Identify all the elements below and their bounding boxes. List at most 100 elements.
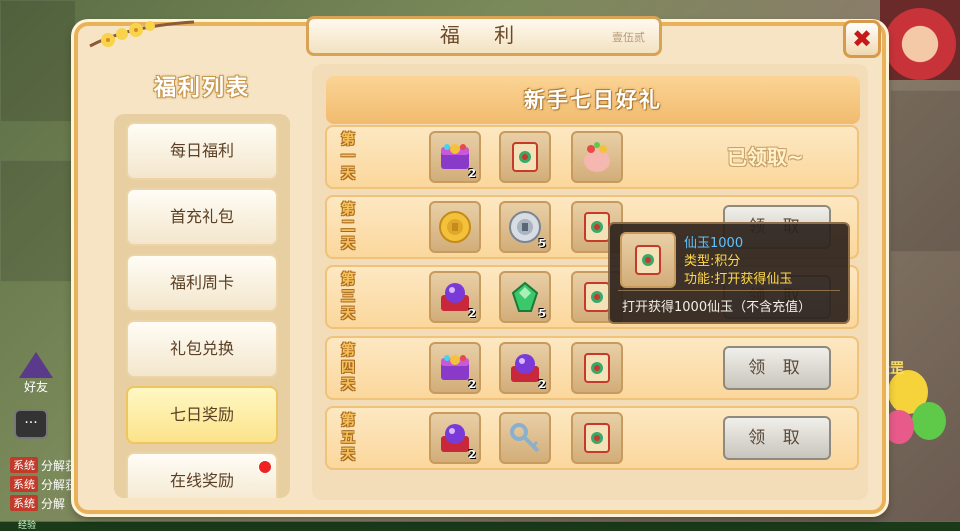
reward-item-slot[interactable]: 2 (429, 271, 481, 323)
day-label-char: 第 (341, 412, 355, 429)
chat-tag: 系统 (10, 476, 38, 492)
day-label-char: 天 (341, 165, 355, 182)
reward-item-slot[interactable] (571, 412, 623, 464)
chat-bubble-icon[interactable]: ··· (14, 409, 48, 439)
reward-item-slot[interactable] (429, 201, 481, 253)
day-label: 第三天 (333, 267, 363, 327)
tooltip-item-function: 功能:打开获得仙玉 (684, 272, 793, 287)
item-count: 2 (468, 167, 476, 180)
close-button[interactable]: ✖ (843, 20, 881, 58)
sidebar-item-weekly-card[interactable]: 福利周卡 (126, 254, 278, 312)
scroll-icon (584, 423, 610, 453)
reward-item-slot[interactable]: 2 (499, 342, 551, 394)
item-count: 2 (538, 378, 546, 391)
scene-building (890, 90, 960, 252)
panel-title-text: 福 利 (439, 23, 529, 47)
day-label-char: 二 (341, 218, 355, 235)
day-label: 第二天 (333, 197, 363, 257)
title-stamp: 壹伍贰 (612, 31, 645, 44)
item-count: 5 (538, 307, 546, 320)
claim-button[interactable]: 领 取 (723, 416, 831, 460)
claimed-status: 已领取~ (727, 145, 804, 169)
reward-item-slot[interactable] (571, 131, 623, 183)
chat-tag: 系统 (10, 457, 38, 473)
claim-button[interactable]: 领 取 (723, 346, 831, 390)
item-count: 2 (468, 448, 476, 461)
item-tooltip: 仙玉1000 类型:积分 功能:打开获得仙玉 打开获得1000仙玉（不含充值） (608, 222, 850, 324)
day-label-char: 一 (341, 148, 355, 165)
day-label: 第五天 (333, 408, 363, 468)
reward-item-slot[interactable]: 2 (429, 412, 481, 464)
reward-item-slot[interactable] (571, 342, 623, 394)
sidebar-list[interactable]: 每日福利 首充礼包 福利周卡 礼包兑换 七日奖励 在线奖励 (114, 114, 290, 498)
chat-text: 分解 (41, 496, 66, 511)
plum-blossom-decoration-icon (89, 20, 195, 48)
reward-item-slot[interactable]: 5 (499, 271, 551, 323)
reward-item-slot[interactable] (499, 131, 551, 183)
tooltip-item-slot (620, 232, 676, 288)
gold-coin-icon (439, 211, 471, 243)
gift-bag-icon (584, 142, 610, 172)
chat-line: 系统 分解获 (10, 476, 77, 492)
sidebar-item-first-recharge[interactable]: 首充礼包 (126, 188, 278, 246)
day-row: 第一天 2 已领取~ (325, 125, 859, 189)
day-label-char: 五 (341, 429, 355, 446)
balloon-icon (912, 402, 946, 440)
day-label-char: 第 (341, 342, 355, 359)
day-label-char: 四 (341, 359, 355, 376)
friend-button[interactable]: 好友 (14, 352, 58, 398)
chat-text: 分解获 (41, 458, 78, 473)
friend-label: 好友 (23, 380, 48, 394)
panel-title: 福 利 壹伍贰 (306, 16, 662, 56)
item-count: 5 (538, 237, 546, 250)
sidebar-item-daily-welfare[interactable]: 每日福利 (126, 122, 278, 180)
day-label-char: 第 (341, 271, 355, 288)
close-icon: ✖ (851, 25, 873, 53)
reward-item-slot[interactable]: 5 (499, 201, 551, 253)
day-label: 第四天 (333, 338, 363, 398)
scroll-icon (635, 245, 661, 275)
scene-building (0, 160, 72, 282)
item-count: 2 (468, 307, 476, 320)
content-header: 新手七日好礼 (326, 76, 860, 124)
scroll-icon (584, 353, 610, 383)
notification-dot-icon (258, 460, 272, 474)
day-label: 第一天 (333, 127, 363, 187)
sidebar-item-label: 首充礼包 (169, 207, 234, 226)
day-label-char: 三 (341, 288, 355, 305)
day-label-char: 天 (341, 235, 355, 252)
key-icon (510, 423, 540, 453)
experience-bar (0, 521, 960, 531)
chat-text: 分解获 (41, 477, 78, 492)
tooltip-item-type: 类型:积分 (684, 254, 741, 269)
sidebar-item-seven-day-reward[interactable]: 七日奖励 (126, 386, 278, 444)
chat-line: 系统 分解 (10, 495, 65, 511)
tooltip-divider (618, 290, 840, 291)
scene-building (0, 0, 76, 122)
day-row: 第四天 2 2 领 取 (325, 336, 859, 400)
reward-item-slot[interactable]: 2 (429, 131, 481, 183)
wizard-hat-icon (19, 352, 53, 378)
player-avatar[interactable] (880, 0, 960, 80)
day-label-char: 天 (341, 376, 355, 393)
reward-item-slot[interactable] (499, 412, 551, 464)
day-label-char: 天 (341, 305, 355, 322)
sidebar-item-label: 礼包兑换 (169, 339, 234, 358)
chat-tag: 系统 (10, 495, 38, 511)
chat-line: 系统 分解获 (10, 457, 77, 473)
tooltip-item-name: 仙玉1000 (684, 236, 744, 251)
experience-label: 经验 (18, 521, 37, 531)
sidebar-item-label: 福利周卡 (169, 273, 234, 292)
day-row: 第五天 2 领 取 (325, 406, 859, 470)
reward-item-slot[interactable]: 2 (429, 342, 481, 394)
tooltip-item-description: 打开获得1000仙玉（不含充值） (622, 300, 812, 315)
sidebar-item-gift-redeem[interactable]: 礼包兑换 (126, 320, 278, 378)
day-label-char: 天 (341, 446, 355, 463)
sidebar-item-label: 每日福利 (169, 141, 234, 160)
sidebar-item-online-reward[interactable]: 在线奖励 (126, 452, 278, 498)
day-label-char: 第 (341, 131, 355, 148)
sidebar-item-label: 七日奖励 (169, 405, 234, 424)
day-label-char: 第 (341, 201, 355, 218)
item-count: 2 (468, 378, 476, 391)
sidebar-header: 福利列表 (153, 76, 250, 101)
